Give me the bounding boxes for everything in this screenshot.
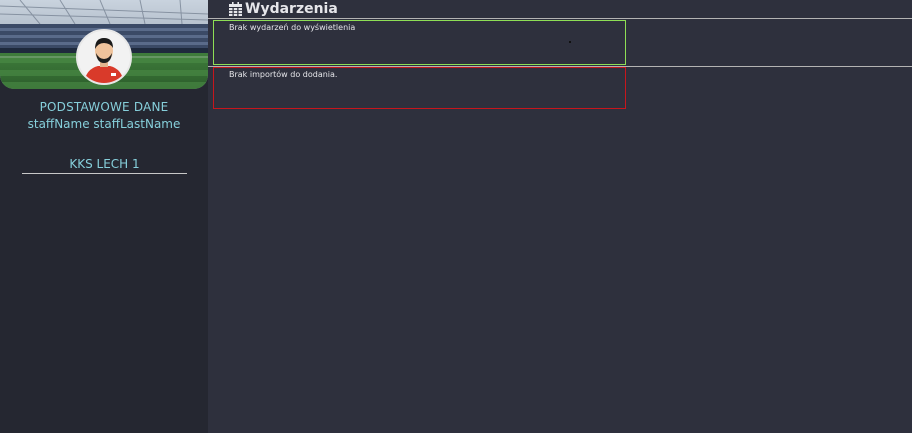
calendar-icon (229, 2, 242, 16)
header-divider (208, 18, 912, 19)
team-link[interactable]: KKS LECH 1 (22, 157, 187, 174)
stadium-banner (0, 0, 208, 89)
events-empty-message: Brak wydarzeń do wyświetlenia (229, 23, 356, 32)
main-content: Wydarzenia Brak wydarzeń do wyświetlenia… (208, 0, 912, 433)
imports-empty-message: Brak importów do dodania. (229, 70, 338, 79)
imports-panel: Brak importów do dodania. (213, 67, 626, 109)
events-panel: Brak wydarzeń do wyświetlenia (213, 20, 626, 65)
avatar (76, 29, 132, 85)
section-title: PODSTAWOWE DANE (39, 100, 169, 114)
cursor-dot (569, 41, 571, 43)
page-header: Wydarzenia (229, 0, 338, 18)
staff-name: staffName staffLastName (27, 117, 181, 131)
sidebar: PODSTAWOWE DANE staffName staffLastName … (0, 0, 208, 433)
app-root: PODSTAWOWE DANE staffName staffLastName … (0, 0, 912, 433)
page-title: Wydarzenia (245, 1, 338, 17)
